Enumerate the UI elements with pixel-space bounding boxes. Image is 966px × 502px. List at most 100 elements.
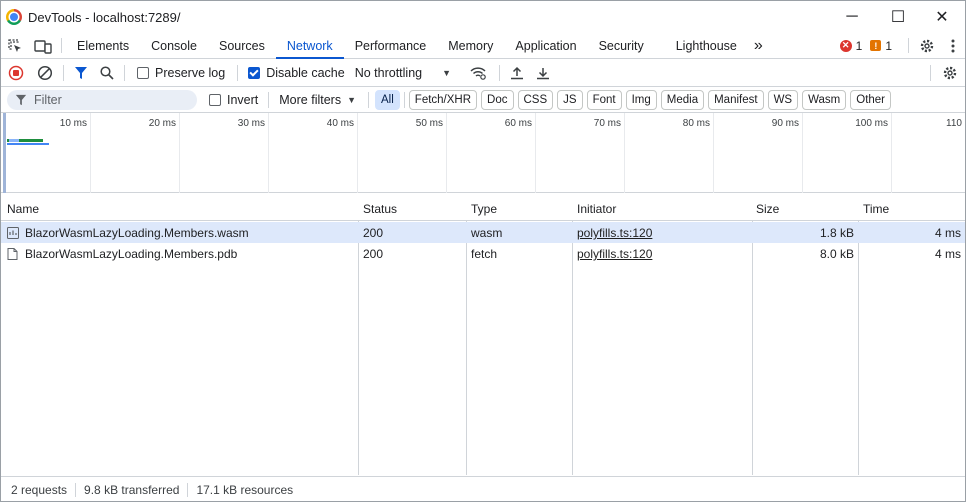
network-settings-gear-icon[interactable] — [935, 60, 965, 87]
network-conditions-icon[interactable] — [461, 60, 495, 87]
document-icon — [7, 248, 18, 263]
clear-icon[interactable] — [31, 60, 59, 87]
devtools-window: DevTools - localhost:7289/ ─ ☐ ✕ Element… — [0, 0, 966, 502]
divider — [237, 65, 239, 81]
throttling-select[interactable]: No throttling ▼ — [351, 60, 455, 87]
disable-cache-checkbox-box[interactable] — [248, 67, 261, 79]
error-count: 1 — [855, 38, 863, 53]
type-filter-wasm[interactable]: Wasm — [802, 89, 847, 110]
table-row[interactable]: BlazorWasmLazyLoading.Members.pdb 200 fe… — [1, 243, 965, 264]
request-initiator-link[interactable]: polyfills.ts:120 — [577, 247, 652, 261]
more-filters-dropdown[interactable]: More filters ▼ — [273, 86, 364, 113]
type-filter-ws[interactable]: WS — [767, 89, 799, 110]
overview-gridline — [891, 113, 892, 193]
overview-tick-label: 20 ms — [148, 118, 176, 129]
request-count: 2 requests — [1, 482, 77, 497]
request-time: 4 ms — [934, 247, 961, 261]
column-header-name[interactable]: Name — [7, 202, 39, 216]
chrome-logo-icon — [6, 9, 22, 25]
warning-count-badge[interactable]: ! 1 — [870, 33, 892, 58]
preserve-log-label: Preserve log — [155, 66, 226, 80]
preserve-log-checkbox-box[interactable] — [137, 67, 149, 79]
type-filter-other[interactable]: Other — [850, 89, 892, 110]
type-filter-img[interactable]: Img — [625, 89, 657, 110]
overview-tick-label: 110 — [946, 118, 962, 129]
error-icon: ✕ — [839, 39, 852, 52]
table-row[interactable]: BlazorWasmLazyLoading.Members.wasm 200 w… — [1, 222, 965, 243]
panel-tabs: Elements Console Sources Network Perform… — [1, 33, 965, 59]
resources-size: 17.1 kB resources — [196, 482, 294, 497]
warning-count: 1 — [885, 38, 892, 53]
filter-funnel-icon — [15, 94, 27, 105]
network-toolbar: Preserve log Disable cache No throttling… — [1, 60, 965, 87]
divider — [61, 38, 62, 53]
disable-cache-checkbox[interactable]: Disable cache — [242, 60, 351, 87]
overview-gridline — [268, 113, 269, 193]
overview-gridline — [90, 113, 91, 193]
overview-tick-label: 100 ms — [855, 118, 888, 129]
tab-security[interactable]: Security — [588, 33, 655, 58]
timeline-overview[interactable]: 10 ms 20 ms 30 ms 40 ms 50 ms 60 ms 70 m… — [1, 113, 965, 193]
tab-memory[interactable]: Memory — [437, 33, 504, 58]
invert-checkbox[interactable]: Invert — [197, 86, 264, 113]
divider — [930, 65, 931, 81]
invert-label: Invert — [227, 92, 259, 107]
overview-tick-label: 60 ms — [504, 118, 532, 129]
record-stop-icon[interactable] — [1, 60, 31, 87]
type-filter-all[interactable]: All — [375, 89, 400, 110]
request-initiator-link[interactable]: polyfills.ts:120 — [577, 226, 652, 240]
column-header-initiator[interactable]: Initiator — [577, 202, 616, 216]
filter-bar: Filter Invert More filters ▼ All Fetch/X… — [1, 87, 965, 113]
invert-checkbox-box[interactable] — [209, 93, 221, 106]
overview-gridline — [446, 113, 447, 193]
more-tabs-icon[interactable]: » — [748, 33, 769, 58]
type-filter-css[interactable]: CSS — [517, 89, 554, 110]
minimize-button[interactable]: ─ — [829, 1, 875, 33]
divider — [499, 65, 501, 81]
divider — [124, 65, 125, 81]
filter-funnel-icon[interactable] — [68, 60, 94, 87]
export-har-icon[interactable] — [530, 60, 556, 87]
overview-gridline — [802, 113, 803, 193]
type-filter-font[interactable]: Font — [586, 89, 622, 110]
type-filter-media[interactable]: Media — [660, 89, 705, 110]
import-har-icon[interactable] — [504, 60, 530, 87]
tab-network[interactable]: Network — [275, 33, 344, 59]
overview-tick-label: 90 ms — [771, 118, 799, 129]
type-filter-js[interactable]: JS — [557, 89, 583, 110]
preserve-log-checkbox[interactable]: Preserve log — [129, 60, 233, 87]
request-status: 200 — [363, 247, 384, 261]
column-header-time[interactable]: Time — [863, 202, 889, 216]
maximize-button[interactable]: ☐ — [875, 1, 921, 33]
type-filter-doc[interactable]: Doc — [481, 89, 514, 110]
type-filter-fetch-xhr[interactable]: Fetch/XHR — [408, 89, 478, 110]
type-filter-manifest[interactable]: Manifest — [708, 89, 764, 110]
tab-elements[interactable]: Elements — [66, 33, 140, 58]
close-button[interactable]: ✕ — [919, 1, 965, 33]
inspect-element-icon[interactable] — [1, 33, 29, 58]
overview-tick-label: 40 ms — [326, 118, 354, 129]
request-name: BlazorWasmLazyLoading.Members.wasm — [25, 226, 249, 240]
column-header-status[interactable]: Status — [363, 202, 397, 216]
column-header-type[interactable]: Type — [471, 202, 497, 216]
overview-tick-label: 10 ms — [59, 118, 87, 129]
tab-console[interactable]: Console — [140, 33, 208, 58]
column-header-size[interactable]: Size — [756, 202, 779, 216]
window-title: DevTools - localhost:7289/ — [28, 9, 181, 25]
filter-input[interactable]: Filter — [7, 89, 197, 110]
request-status: 200 — [363, 226, 384, 240]
filter-placeholder: Filter — [34, 92, 62, 107]
error-count-badge[interactable]: ✕ 1 — [839, 33, 863, 58]
tab-performance[interactable]: Performance — [344, 33, 438, 58]
search-icon[interactable] — [94, 60, 120, 87]
throttling-value: No throttling — [354, 66, 423, 80]
overview-left-handle[interactable] — [3, 113, 6, 193]
settings-gear-icon[interactable] — [913, 33, 941, 58]
overview-request-bar — [7, 143, 49, 145]
more-options-icon[interactable] — [941, 33, 965, 58]
tab-lighthouse[interactable]: Lighthouse — [665, 33, 748, 58]
device-toolbar-icon[interactable] — [29, 33, 57, 58]
tab-sources[interactable]: Sources — [208, 33, 276, 58]
dropdown-arrow-icon: ▼ — [442, 68, 452, 78]
tab-application[interactable]: Application — [504, 33, 587, 58]
